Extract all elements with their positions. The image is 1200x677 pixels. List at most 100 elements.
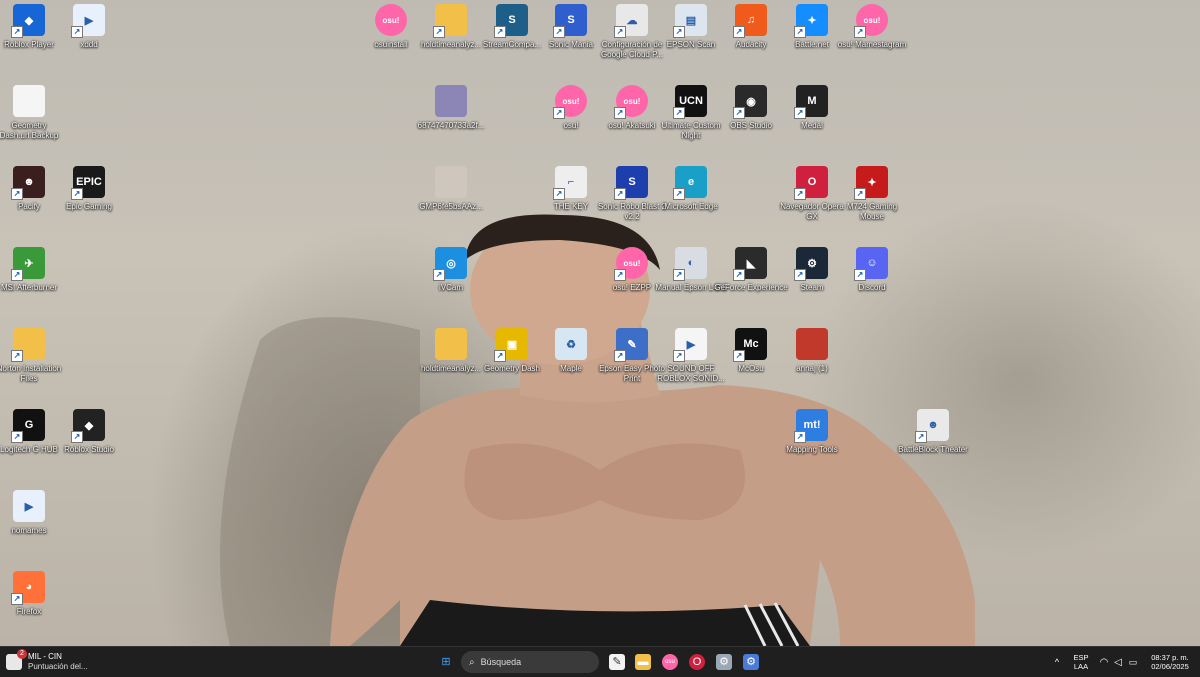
battleblock-icon: ☻ ↗ xyxy=(915,409,949,443)
edge-icon: e ↗ xyxy=(673,166,707,200)
audacity-icon: ♫ ↗ xyxy=(733,4,767,38)
desktop-icon[interactable]: ▶ nomames xyxy=(0,486,67,564)
shortcut-arrow-icon: ↗ xyxy=(915,431,927,443)
shortcut-arrow-icon: ↗ xyxy=(794,107,806,119)
shortcut-arrow-icon: ↗ xyxy=(11,26,23,38)
desktop-icon-label: Discord xyxy=(858,283,886,292)
osu-icon: osu xyxy=(662,654,678,670)
desktop-icon[interactable]: ▶ ↗ xddd xyxy=(51,0,127,78)
taskbar-whiteboard[interactable]: ✎ xyxy=(607,651,627,673)
image-icon xyxy=(796,328,828,360)
desktop-icon[interactable]: osu! ↗ osu! Mamestagram xyxy=(834,0,910,78)
notification-badge: 2 xyxy=(17,649,27,659)
notification-subtitle: Puntuación del... xyxy=(28,662,88,671)
taskbar-settings[interactable]: ⚙ xyxy=(714,651,734,673)
desktop-icon-label: Epic Gaming xyxy=(66,202,112,211)
shortcut-arrow-icon: ↗ xyxy=(553,188,565,200)
shortcut-arrow-icon: ↗ xyxy=(11,269,23,281)
desktop-icon[interactable]: ◎ ↗ iVCam xyxy=(413,243,489,321)
epic-games-icon: EPIC ↗ xyxy=(71,166,105,200)
search-icon: ⌕ xyxy=(469,656,475,668)
desktop-icon-label: Roblox Studio xyxy=(64,445,114,454)
taskbar-steam[interactable]: ⚙ xyxy=(741,651,761,673)
desktop-icon[interactable]: GMP6fe5bsAAz... xyxy=(413,162,489,240)
notification-app-icon: 2 xyxy=(6,649,27,670)
desktop-icon[interactable]: ☻ ↗ BattleBlock Theater xyxy=(895,405,971,483)
shortcut-arrow-icon: ↗ xyxy=(673,350,685,362)
mapping-tools-icon: mt! ↗ xyxy=(794,409,828,443)
shortcut-arrow-icon: ↗ xyxy=(433,269,445,281)
taskbar-osu[interactable]: osu xyxy=(660,651,680,673)
desktop-icon-label: Medal xyxy=(801,121,823,130)
shortcut-arrow-icon: ↗ xyxy=(673,188,685,200)
wifi-icon[interactable]: ◠ xyxy=(1098,651,1110,673)
whiteboard-icon: ✎ xyxy=(609,654,625,670)
desktop-icon-label: BattleBlock Theater xyxy=(898,445,968,454)
desktop-icon-label: xddd xyxy=(80,40,98,49)
desktop-icon-label: osu! Mamestagram xyxy=(837,40,907,49)
shortcut-arrow-icon: ↗ xyxy=(854,269,866,281)
input-language[interactable]: ESP LAA xyxy=(1068,651,1094,673)
geforce-icon: ◣ ↗ xyxy=(733,247,767,281)
desktop-icon[interactable]: Geometry Dash.url.Backup xyxy=(0,81,67,159)
discord-icon: ☺ ↗ xyxy=(854,247,888,281)
shortcut-arrow-icon: ↗ xyxy=(71,188,83,200)
desktop-icon-label: Mapping Tools xyxy=(786,445,838,454)
desktop-icon-label: nomames xyxy=(11,526,47,535)
steam-icon: ⚙ xyxy=(743,654,759,670)
volume-icon[interactable]: ◁ xyxy=(1112,651,1124,673)
language-label: ESP xyxy=(1073,653,1089,662)
clock-time: 08:37 p. m. xyxy=(1151,653,1189,662)
desktop-icon[interactable]: ✈ ↗ MSI Afterburner xyxy=(0,243,67,321)
osu-icon: osu! ↗ xyxy=(553,85,587,119)
desktop-icon-label: MSI Afterburner xyxy=(0,283,58,292)
shortcut-arrow-icon: ↗ xyxy=(614,188,626,200)
start-button[interactable]: ⊞ xyxy=(436,651,456,673)
desktop-icon[interactable]: ◆ ↗ Roblox Studio xyxy=(51,405,127,483)
desktop-icon[interactable]: M ↗ Medal xyxy=(774,81,850,159)
shortcut-arrow-icon: ↗ xyxy=(71,26,83,38)
desktop-icon[interactable]: annaj (1) xyxy=(774,324,850,402)
desktop-icon[interactable]: EPIC ↗ Epic Gaming xyxy=(51,162,127,240)
windows-icon: ⊞ xyxy=(441,656,451,668)
shortcut-arrow-icon: ↗ xyxy=(71,431,83,443)
osu-icon: osu! ↗ xyxy=(614,85,648,119)
battery-icon[interactable]: ▭ xyxy=(1126,651,1140,673)
desktop-icon[interactable]: ◕ ↗ Firefox xyxy=(0,567,67,645)
taskbar-opera-gx[interactable]: O xyxy=(687,651,707,673)
shortcut-arrow-icon: ↗ xyxy=(614,26,626,38)
notification-widget[interactable]: 2 MIL - CIN Puntuación del... xyxy=(6,649,96,673)
streamcompanion-icon: S ↗ xyxy=(494,4,528,38)
shortcut-arrow-icon: ↗ xyxy=(794,188,806,200)
clock[interactable]: 08:37 p. m. 02/06/2025 xyxy=(1144,651,1196,673)
scanner-icon: ▤ ↗ xyxy=(673,4,707,38)
desktop-icon[interactable]: mt! ↗ Mapping Tools xyxy=(774,405,850,483)
desktop-icon-label: Norton Installation Files xyxy=(0,364,62,383)
shortcut-arrow-icon: ↗ xyxy=(733,107,745,119)
shortcut-arrow-icon: ↗ xyxy=(11,431,23,443)
geometry-dash-icon: ▣ ↗ xyxy=(494,328,528,362)
desktop-icon[interactable]: ↗ Norton Installation Files xyxy=(0,324,67,402)
shortcut-arrow-icon: ↗ xyxy=(794,26,806,38)
roblox-icon: ◆ ↗ xyxy=(11,4,45,38)
desktop-icon-label: annaj (1) xyxy=(796,364,828,373)
image-icon xyxy=(435,166,467,198)
pacify-icon: ☻ ↗ xyxy=(11,166,45,200)
folder-icon: ▬ xyxy=(635,654,651,670)
shortcut-arrow-icon: ↗ xyxy=(614,350,626,362)
tray-overflow-chevron[interactable]: ^ xyxy=(1050,651,1064,673)
shortcut-arrow-icon: ↗ xyxy=(614,107,626,119)
battlenet-icon: ✦ ↗ xyxy=(794,4,828,38)
desktop-icon[interactable]: ☺ ↗ Discord xyxy=(834,243,910,321)
shortcut-arrow-icon: ↗ xyxy=(854,26,866,38)
desktop-icon-label: iVCam xyxy=(438,283,463,292)
taskbar-file-explorer[interactable]: ▬ xyxy=(633,651,653,673)
ucn-icon: UCN ↗ xyxy=(673,85,707,119)
gear-icon: ⚙ xyxy=(716,654,732,670)
desktop-icon-label: M724 Gaming Mouse xyxy=(846,202,898,221)
desktop-icon[interactable]: ✦ ↗ M724 Gaming Mouse xyxy=(834,162,910,240)
document-icon: ▶ xyxy=(13,490,45,522)
desktop-icon[interactable]: 68747470733a2f... xyxy=(413,81,489,159)
desktop-icon[interactable]: e ↗ Microsoft Edge xyxy=(653,162,729,240)
search-input[interactable]: ⌕ Búsqueda xyxy=(461,651,599,673)
